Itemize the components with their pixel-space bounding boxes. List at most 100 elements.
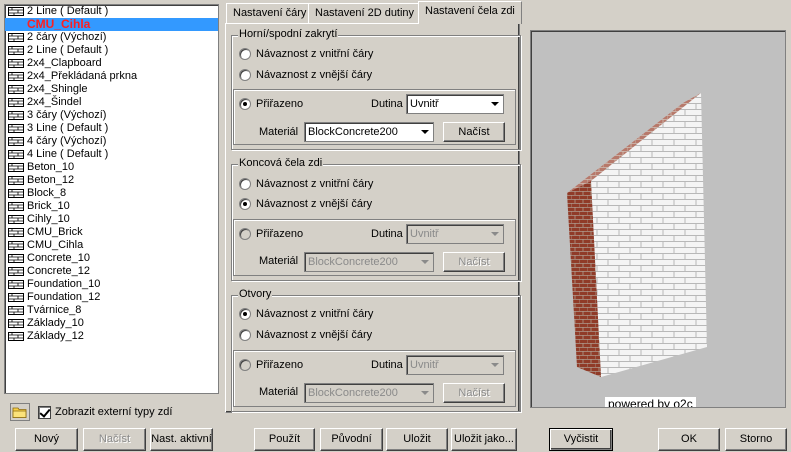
tab-wall-face[interactable]: Nastavení čela zdi [418, 1, 522, 24]
open-opt-outer[interactable]: Návaznost z vnější čáry [239, 328, 372, 342]
tab-line-settings[interactable]: Nastavení čáry [226, 3, 314, 23]
powered-by-label: powered by o2c [605, 397, 696, 407]
end-opt-assigned[interactable]: Přiřazeno [239, 227, 303, 241]
clear-button[interactable]: Vyčistit [549, 428, 613, 451]
list-item[interactable]: Základy_12 [5, 330, 218, 343]
list-item[interactable]: 4 Line ( Default ) [5, 148, 218, 161]
open-material-select[interactable]: BlockConcrete200 [304, 383, 434, 403]
wall-type-icon [8, 319, 24, 328]
list-item-label: 2 čáry (Výchozí) [27, 31, 107, 43]
list-item-label: 4 čáry (Výchozí) [27, 135, 107, 147]
set-active-button[interactable]: Nast. aktivní [150, 428, 213, 451]
end-opt-inner[interactable]: Návaznost z vnitřní čáry [239, 177, 373, 191]
original-button[interactable]: Původní [320, 428, 383, 451]
list-item[interactable]: CMU_Cihla [5, 18, 218, 31]
wall-type-icon [8, 202, 24, 211]
cancel-button[interactable]: Storno [725, 428, 787, 451]
list-item[interactable]: 2x4_Překládaná prkna [5, 70, 218, 83]
radio[interactable] [239, 178, 251, 190]
list-item-label: Cihly_10 [27, 213, 70, 225]
apply-button[interactable]: Použít [254, 428, 315, 451]
end-dutina-select[interactable]: Uvnitř [406, 224, 504, 244]
top-opt-outer[interactable]: Návaznost z vnější čáry [239, 68, 372, 82]
wall-preview[interactable]: powered by o2c [530, 30, 786, 408]
top-opt-inner[interactable]: Návaznost z vnitřní čáry [239, 47, 373, 61]
list-item[interactable]: Brick_10 [5, 200, 218, 213]
list-item[interactable]: Cihly_10 [5, 213, 218, 226]
save-button[interactable]: Uložit [386, 428, 448, 451]
wall-type-icon [8, 59, 24, 68]
radio-label: Přiřazeno [256, 228, 304, 240]
wall-type-icon [8, 85, 24, 94]
radio-label: Návaznost z vnitřní čáry [256, 178, 374, 190]
radio[interactable] [239, 98, 251, 110]
select-value: Uvnitř [410, 228, 439, 240]
wall-type-icon [8, 176, 24, 185]
list-item[interactable]: CMU_Cihla [5, 239, 218, 252]
top-opt-assigned[interactable]: Přiřazeno [239, 97, 303, 111]
new-button[interactable]: Nový [15, 428, 78, 451]
radio-label: Návaznost z vnější čáry [256, 69, 373, 81]
radio-label: Návaznost z vnitřní čáry [256, 48, 374, 60]
wall-type-icon [8, 280, 24, 289]
list-item[interactable]: Základy_10 [5, 317, 218, 330]
list-item[interactable]: Foundation_12 [5, 291, 218, 304]
radio[interactable] [239, 359, 251, 371]
open-opt-assigned[interactable]: Přiřazeno [239, 358, 303, 372]
list-item[interactable]: 4 čáry (Výchozí) [5, 135, 218, 148]
radio[interactable] [239, 228, 251, 240]
radio-label: Návaznost z vnější čáry [256, 198, 373, 210]
dutina-label: Dutina [371, 228, 403, 240]
end-opt-outer[interactable]: Návaznost z vnější čáry [239, 197, 372, 211]
list-item[interactable]: 2x4_Clapboard [5, 57, 218, 70]
list-item[interactable]: Beton_12 [5, 174, 218, 187]
list-item[interactable]: 3 čáry (Výchozí) [5, 109, 218, 122]
list-item-label: Beton_12 [27, 174, 75, 186]
list-item-label: Brick_10 [27, 200, 70, 212]
list-item[interactable]: 3 Line ( Default ) [5, 122, 218, 135]
list-item[interactable]: 2 Line ( Default ) [5, 44, 218, 57]
open-opt-inner[interactable]: Návaznost z vnitřní čáry [239, 307, 373, 321]
list-item[interactable]: Tvárnice_8 [5, 304, 218, 317]
list-item[interactable]: CMU_Brick [5, 226, 218, 239]
list-item-label: Concrete_10 [27, 252, 90, 264]
list-item[interactable]: 2 čáry (Výchozí) [5, 31, 218, 44]
radio[interactable] [239, 198, 251, 210]
top-dutina-select[interactable]: Uvnitř [406, 94, 504, 114]
list-item-label: Foundation_12 [27, 291, 101, 303]
wall-type-icon [8, 241, 24, 250]
show-external-checkbox[interactable] [38, 405, 51, 419]
list-item[interactable]: Foundation_10 [5, 278, 218, 291]
tab-2d-cavity[interactable]: Nastavení 2D dutiny [308, 3, 422, 23]
open-dutina-select[interactable]: Uvnitř [406, 355, 504, 375]
list-item-label: Foundation_10 [27, 278, 101, 290]
wall-type-icon [8, 267, 24, 276]
list-item[interactable]: Concrete_10 [5, 252, 218, 265]
radio[interactable] [239, 308, 251, 320]
ok-button[interactable]: OK [658, 428, 720, 451]
radio[interactable] [239, 69, 251, 81]
top-material-select[interactable]: BlockConcrete200 [304, 122, 434, 142]
radio[interactable] [239, 48, 251, 60]
chevron-down-icon [421, 130, 429, 134]
end-material-select[interactable]: BlockConcrete200 [304, 252, 434, 272]
dutina-label: Dutina [371, 98, 403, 110]
list-item-label: CMU_Brick [27, 226, 83, 238]
list-item[interactable]: 2x4_Shingle [5, 83, 218, 96]
list-item-label: CMU_Cihla [27, 17, 91, 31]
list-item[interactable]: Beton_10 [5, 161, 218, 174]
material-label: Materiál [259, 386, 299, 398]
top-load-button[interactable]: Načíst [443, 122, 505, 142]
radio[interactable] [239, 329, 251, 341]
brick-wall-preview [567, 93, 707, 377]
load-button[interactable]: Načíst [83, 428, 146, 451]
end-load-button[interactable]: Načíst [443, 252, 505, 272]
folder-icon[interactable] [10, 403, 30, 421]
list-item[interactable]: Block_8 [5, 187, 218, 200]
save-as-button[interactable]: Uložit jako... [451, 428, 517, 451]
list-item-label: 2x4_Shingle [27, 83, 88, 95]
open-load-button[interactable]: Načíst [443, 383, 505, 403]
list-item[interactable]: Concrete_12 [5, 265, 218, 278]
list-item[interactable]: 2x4_Šindel [5, 96, 218, 109]
wall-type-list[interactable]: 2 Line ( Default ) CMU_Cihla 2 čáry (Výcho… [4, 4, 219, 394]
